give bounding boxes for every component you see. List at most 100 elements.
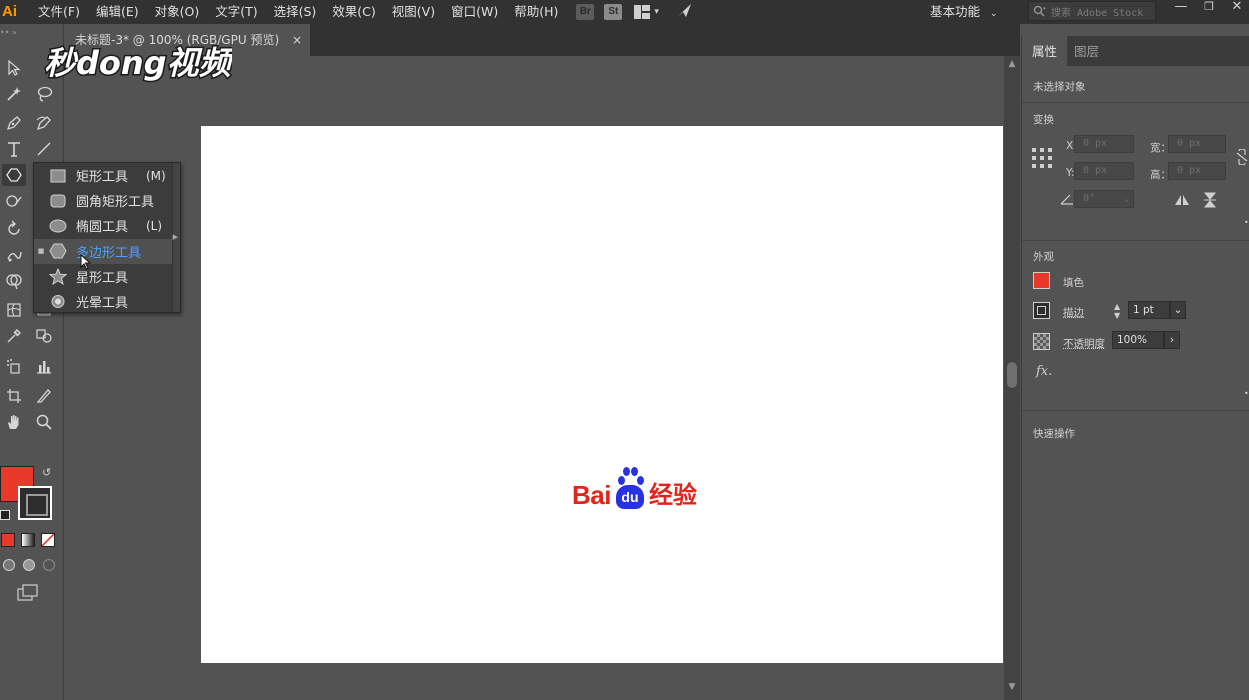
- artboard[interactable]: [201, 126, 1003, 663]
- lasso-tool[interactable]: [32, 83, 56, 105]
- flyout-item-ellipse[interactable]: 椭圆工具 (L): [34, 213, 172, 238]
- scroll-up-icon[interactable]: ▲: [1004, 59, 1020, 69]
- arrange-documents-icon[interactable]: ▾: [634, 5, 659, 19]
- height-field[interactable]: 0 px: [1168, 162, 1226, 180]
- chevron-down-icon: ⌄: [990, 9, 998, 19]
- curvature-tool[interactable]: [32, 112, 56, 134]
- scroll-down-icon[interactable]: ▼: [1004, 682, 1020, 692]
- default-colors-icon[interactable]: [0, 510, 10, 520]
- type-tool[interactable]: [2, 138, 26, 160]
- opacity-label[interactable]: 不透明度: [1063, 336, 1105, 351]
- flip-vertical-icon[interactable]: [1203, 192, 1217, 211]
- flyout-item-label: 椭圆工具: [76, 220, 129, 236]
- magic-wand-tool[interactable]: [2, 83, 26, 105]
- menu-bar: Ai 文件(F) 编辑(E) 对象(O) 文字(T) 选择(S) 效果(C) 视图(V) 窗口…: [0, 0, 1249, 24]
- rotation-field[interactable]: 0° ⌄: [1074, 190, 1134, 208]
- stroke-swatch[interactable]: [1033, 302, 1050, 319]
- more-options-dot[interactable]: •: [1244, 389, 1249, 398]
- screen-mode-icon[interactable]: [17, 584, 39, 605]
- hand-tool[interactable]: [2, 411, 26, 433]
- tab-layers[interactable]: 图层: [1064, 36, 1109, 66]
- panel-tabs: 属性 图层: [1022, 36, 1249, 66]
- menu-item[interactable]: 效果(C): [324, 0, 383, 24]
- restore-button[interactable]: ❐: [1196, 0, 1222, 20]
- opacity-input[interactable]: 100%: [1112, 331, 1164, 349]
- stroke-color-swatch[interactable]: [18, 486, 52, 520]
- chevron-down-icon: ⌄: [1124, 194, 1129, 203]
- draw-behind-icon[interactable]: [23, 559, 35, 571]
- flyout-item-rounded-rectangle[interactable]: 圆角矩形工具: [34, 188, 172, 213]
- close-tab-icon[interactable]: ×: [292, 24, 302, 56]
- draw-normal-icon[interactable]: [3, 559, 15, 571]
- menu-item[interactable]: 对象(O): [147, 0, 208, 24]
- slice-tool[interactable]: [32, 385, 56, 407]
- color-mode-icon[interactable]: [1, 533, 15, 547]
- tab-properties[interactable]: 属性: [1022, 36, 1068, 66]
- zoom-tool[interactable]: [32, 411, 56, 433]
- shape-builder-tool[interactable]: [2, 270, 26, 292]
- stock-search-input[interactable]: ▾ 搜索 Adobe Stock: [1028, 1, 1156, 21]
- panel-grip-icon[interactable]: •• »: [0, 28, 17, 37]
- puppet-warp-tool[interactable]: [2, 244, 26, 266]
- draw-inside-icon[interactable]: [43, 559, 55, 571]
- selection-tool[interactable]: [2, 57, 26, 79]
- publish-icon[interactable]: [675, 3, 693, 22]
- pen-tool[interactable]: [2, 112, 26, 134]
- workspace-switcher[interactable]: 基本功能 ⌄: [930, 0, 998, 24]
- bridge-icon[interactable]: Br: [576, 4, 595, 20]
- search-placeholder: 搜索 Adobe Stock: [1051, 7, 1144, 19]
- width-field[interactable]: 0 px: [1168, 135, 1226, 153]
- fx-icon[interactable]: fx.: [1036, 364, 1052, 379]
- symbol-sprayer-tool[interactable]: [2, 355, 26, 377]
- chevron-down-icon: ▾: [654, 7, 659, 17]
- line-tool[interactable]: [32, 138, 56, 160]
- menu-item[interactable]: 窗口(W): [443, 0, 506, 24]
- swap-colors-icon[interactable]: ↺: [42, 466, 51, 479]
- menu-item[interactable]: 选择(S): [266, 0, 325, 24]
- fill-swatch[interactable]: [1033, 272, 1050, 289]
- tearoff-arrow-icon[interactable]: ▶: [173, 233, 178, 241]
- flyout-item-polygon[interactable]: ■ 多边形工具: [34, 238, 172, 264]
- minimize-button[interactable]: —: [1168, 0, 1194, 20]
- eyedropper-tool[interactable]: [2, 325, 26, 347]
- mesh-tool[interactable]: [2, 299, 26, 321]
- menu-item[interactable]: 帮助(H): [506, 0, 566, 24]
- stock-icon[interactable]: St: [604, 4, 623, 20]
- flyout-item-rectangle[interactable]: 矩形工具 (M): [34, 163, 172, 188]
- rotate-tool[interactable]: [2, 218, 26, 240]
- y-field[interactable]: 0 px: [1074, 162, 1134, 180]
- none-mode-icon[interactable]: [41, 533, 55, 547]
- flyout-item-flare[interactable]: 光晕工具: [34, 289, 172, 314]
- menu-item[interactable]: 文字(T): [207, 0, 265, 24]
- vertical-scrollbar[interactable]: ▲ ▼: [1004, 56, 1020, 700]
- link-proportions-icon[interactable]: [1236, 148, 1248, 168]
- stroke-weight-input[interactable]: 1 pt: [1128, 301, 1170, 319]
- artboard-tool[interactable]: [2, 385, 26, 407]
- close-window-button[interactable]: ✕: [1224, 0, 1249, 20]
- menu-item[interactable]: 编辑(E): [88, 0, 147, 24]
- gradient-mode-icon[interactable]: [21, 533, 35, 547]
- shaper-tool[interactable]: [2, 190, 26, 212]
- stroke-stepper-icon[interactable]: ▲ ▼: [1114, 302, 1120, 320]
- menu-item[interactable]: 文件(F): [30, 0, 88, 24]
- stroke-label[interactable]: 描边: [1063, 305, 1084, 320]
- polygon-tool[interactable]: [2, 164, 26, 186]
- more-options-dot[interactable]: •: [1244, 218, 1249, 227]
- opacity-chevron-right-icon[interactable]: ›: [1164, 331, 1180, 349]
- blend-tool[interactable]: [32, 325, 56, 347]
- flyout-item-star[interactable]: 星形工具: [34, 264, 172, 289]
- zoom-icon: [36, 414, 52, 430]
- divider: [1022, 410, 1249, 411]
- column-graph-tool[interactable]: [32, 355, 56, 377]
- menu-item[interactable]: 视图(V): [384, 0, 443, 24]
- canvas-area[interactable]: [65, 56, 1006, 700]
- flare-icon: [48, 292, 68, 312]
- scroll-thumb[interactable]: [1007, 362, 1017, 388]
- paw-icon: du: [612, 466, 648, 510]
- polygon-icon: [48, 241, 68, 261]
- baidu-jingyan-logo: Bai du 经验: [572, 466, 697, 510]
- flip-horizontal-icon[interactable]: [1174, 194, 1190, 209]
- stroke-weight-dropdown[interactable]: ⌄: [1170, 301, 1186, 319]
- reference-point-icon[interactable]: [1032, 148, 1052, 171]
- x-field[interactable]: 0 px: [1074, 135, 1134, 153]
